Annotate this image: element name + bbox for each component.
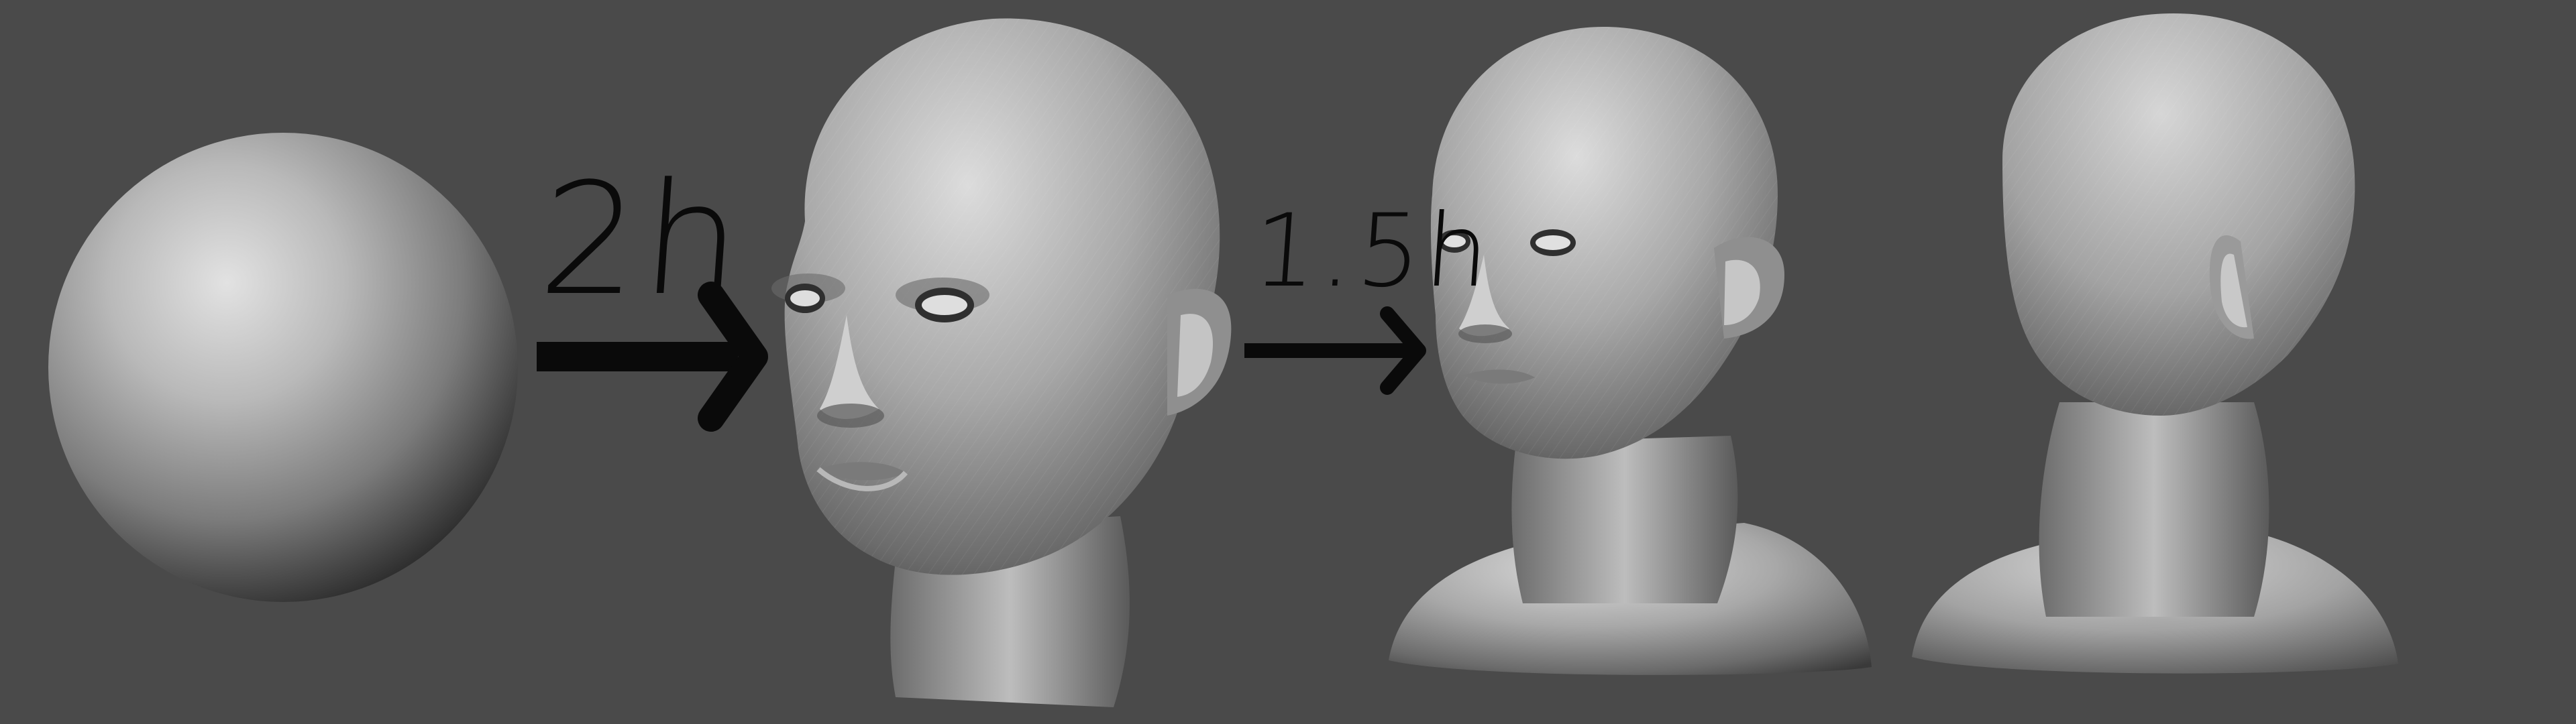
sculpted-bust-back-view (1912, 13, 2398, 674)
sculpted-bust-stage2 (1389, 27, 1872, 675)
time-label-stage2: 1.5h (1248, 193, 1497, 310)
time-label-stage1: 2h (534, 151, 751, 330)
base-sphere (48, 133, 518, 602)
sculpt-progress-canvas: 2h 1.5h (0, 0, 2576, 724)
sculpted-head-stage1 (771, 18, 1232, 707)
sculpt-artwork (48, 13, 2398, 707)
arrow-right-icon (1244, 306, 1426, 395)
